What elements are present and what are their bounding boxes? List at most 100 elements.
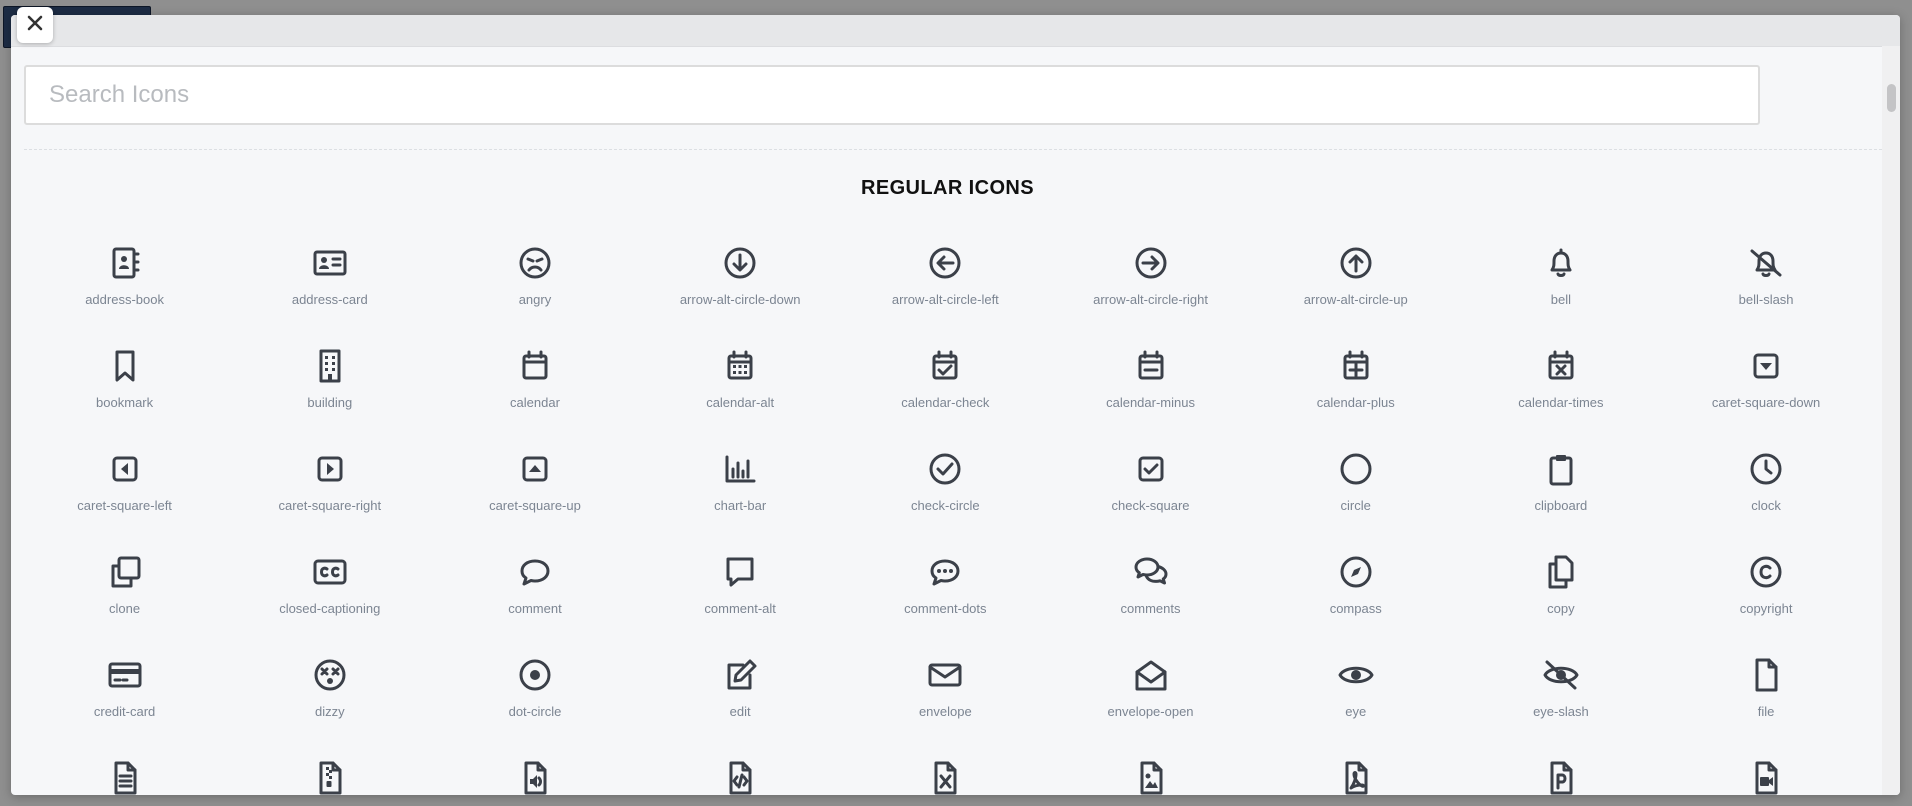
icon-tile[interactable]: caret-square-right <box>227 431 432 534</box>
icon-tile[interactable]: edit <box>638 637 843 740</box>
icon-tile[interactable]: clone <box>22 534 227 637</box>
caret-square-right-icon <box>310 449 350 489</box>
icon-label: calendar-alt <box>706 395 775 410</box>
icon-tile[interactable]: calendar-alt <box>638 328 843 431</box>
icon-tile[interactable] <box>1458 740 1663 795</box>
icon-tile[interactable]: envelope-open <box>1048 637 1253 740</box>
icon-label: circle <box>1340 498 1371 513</box>
file-alt-icon <box>105 758 145 795</box>
icon-tile[interactable]: dot-circle <box>432 637 637 740</box>
icon-tile[interactable] <box>22 740 227 795</box>
icon-tile[interactable]: caret-square-left <box>22 431 227 534</box>
icon-tile[interactable]: bell <box>1458 225 1663 328</box>
icon-tile[interactable]: bell-slash <box>1664 225 1869 328</box>
icon-tile[interactable]: arrow-alt-circle-right <box>1048 225 1253 328</box>
comments-icon <box>1131 552 1171 592</box>
icon-tile[interactable]: check-circle <box>843 431 1048 534</box>
icon-tile[interactable]: copy <box>1458 534 1663 637</box>
dizzy-icon <box>310 655 350 695</box>
icon-grid: address-book address-card angry arrow-alt-c… <box>22 225 1869 795</box>
icon-tile[interactable] <box>843 740 1048 795</box>
comment-alt-icon <box>720 552 760 592</box>
icon-tile[interactable]: envelope <box>843 637 1048 740</box>
icon-tile[interactable]: building <box>227 328 432 431</box>
icon-tile[interactable]: clipboard <box>1458 431 1663 534</box>
copy-icon <box>1541 552 1581 592</box>
icon-tile[interactable]: calendar-minus <box>1048 328 1253 431</box>
icon-label: file <box>1757 704 1775 719</box>
icon-tile[interactable]: comment-dots <box>843 534 1048 637</box>
icon-label: caret-square-right <box>278 498 382 513</box>
scrollbar-track[interactable] <box>1882 46 1900 795</box>
search-field[interactable] <box>24 65 1760 125</box>
icon-tile[interactable] <box>638 740 843 795</box>
search-input[interactable] <box>26 67 1758 123</box>
icon-label: calendar <box>510 395 560 410</box>
icon-tile[interactable]: calendar-times <box>1458 328 1663 431</box>
icon-tile[interactable] <box>432 740 637 795</box>
icon-tile[interactable]: file <box>1664 637 1869 740</box>
icon-tile[interactable]: arrow-alt-circle-down <box>638 225 843 328</box>
icon-tile[interactable]: comments <box>1048 534 1253 637</box>
icon-tile[interactable]: calendar-plus <box>1253 328 1458 431</box>
icon-tile[interactable]: clock <box>1664 431 1869 534</box>
icon-label: bell <box>1550 292 1572 307</box>
icon-label: calendar-check <box>901 395 990 410</box>
icon-tile[interactable] <box>1253 740 1458 795</box>
bell-icon <box>1541 243 1581 283</box>
file-icon <box>1746 655 1786 695</box>
icon-tile[interactable]: arrow-alt-circle-left <box>843 225 1048 328</box>
arrow-alt-circle-down-icon <box>720 243 760 283</box>
file-pdf-icon <box>1336 758 1376 795</box>
icon-tile[interactable]: chart-bar <box>638 431 843 534</box>
file-powerpoint-icon <box>1541 758 1581 795</box>
icon-picker-modal: REGULAR ICONS address-book address-card an… <box>11 15 1900 795</box>
icon-tile[interactable] <box>1048 740 1253 795</box>
icon-tile[interactable]: credit-card <box>22 637 227 740</box>
icon-tile[interactable] <box>227 740 432 795</box>
icon-tile[interactable]: address-card <box>227 225 432 328</box>
edit-icon <box>720 655 760 695</box>
close-icon <box>26 14 44 37</box>
modal-header-bar <box>11 15 1900 47</box>
icon-label: check-circle <box>911 498 980 513</box>
icon-tile[interactable]: compass <box>1253 534 1458 637</box>
icon-tile[interactable]: angry <box>432 225 637 328</box>
calendar-check-icon <box>925 346 965 386</box>
icon-tile[interactable]: eye <box>1253 637 1458 740</box>
icon-tile[interactable]: circle <box>1253 431 1458 534</box>
icon-tile[interactable]: arrow-alt-circle-up <box>1253 225 1458 328</box>
icon-tile[interactable]: closed-captioning <box>227 534 432 637</box>
icon-label: calendar-minus <box>1106 395 1195 410</box>
icon-tile[interactable]: calendar <box>432 328 637 431</box>
icon-tile[interactable]: calendar-check <box>843 328 1048 431</box>
icon-label: arrow-alt-circle-down <box>679 292 801 307</box>
icon-tile[interactable] <box>1664 740 1869 795</box>
close-button[interactable] <box>17 7 53 43</box>
credit-card-icon <box>105 655 145 695</box>
icon-label: eye <box>1345 704 1367 719</box>
icon-label: credit-card <box>93 704 156 719</box>
scrollbar-thumb[interactable] <box>1887 84 1896 112</box>
divider <box>24 149 1882 150</box>
icon-label: caret-square-up <box>489 498 581 513</box>
comment-dots-icon <box>925 552 965 592</box>
icon-label: address-card <box>291 292 368 307</box>
icon-tile[interactable]: bookmark <box>22 328 227 431</box>
icon-label: caret-square-down <box>1711 395 1821 410</box>
icon-tile[interactable]: copyright <box>1664 534 1869 637</box>
icon-label: address-book <box>85 292 164 307</box>
icon-label: calendar-plus <box>1316 395 1395 410</box>
icon-tile[interactable]: check-square <box>1048 431 1253 534</box>
icon-tile[interactable]: caret-square-up <box>432 431 637 534</box>
icon-tile[interactable]: caret-square-down <box>1664 328 1869 431</box>
eye-slash-icon <box>1541 655 1581 695</box>
icon-tile[interactable]: dizzy <box>227 637 432 740</box>
icon-tile[interactable]: comment-alt <box>638 534 843 637</box>
icon-tile[interactable]: comment <box>432 534 637 637</box>
icon-label: edit <box>729 704 751 719</box>
icon-tile[interactable]: address-book <box>22 225 227 328</box>
compass-icon <box>1336 552 1376 592</box>
arrow-alt-circle-right-icon <box>1131 243 1171 283</box>
icon-tile[interactable]: eye-slash <box>1458 637 1663 740</box>
